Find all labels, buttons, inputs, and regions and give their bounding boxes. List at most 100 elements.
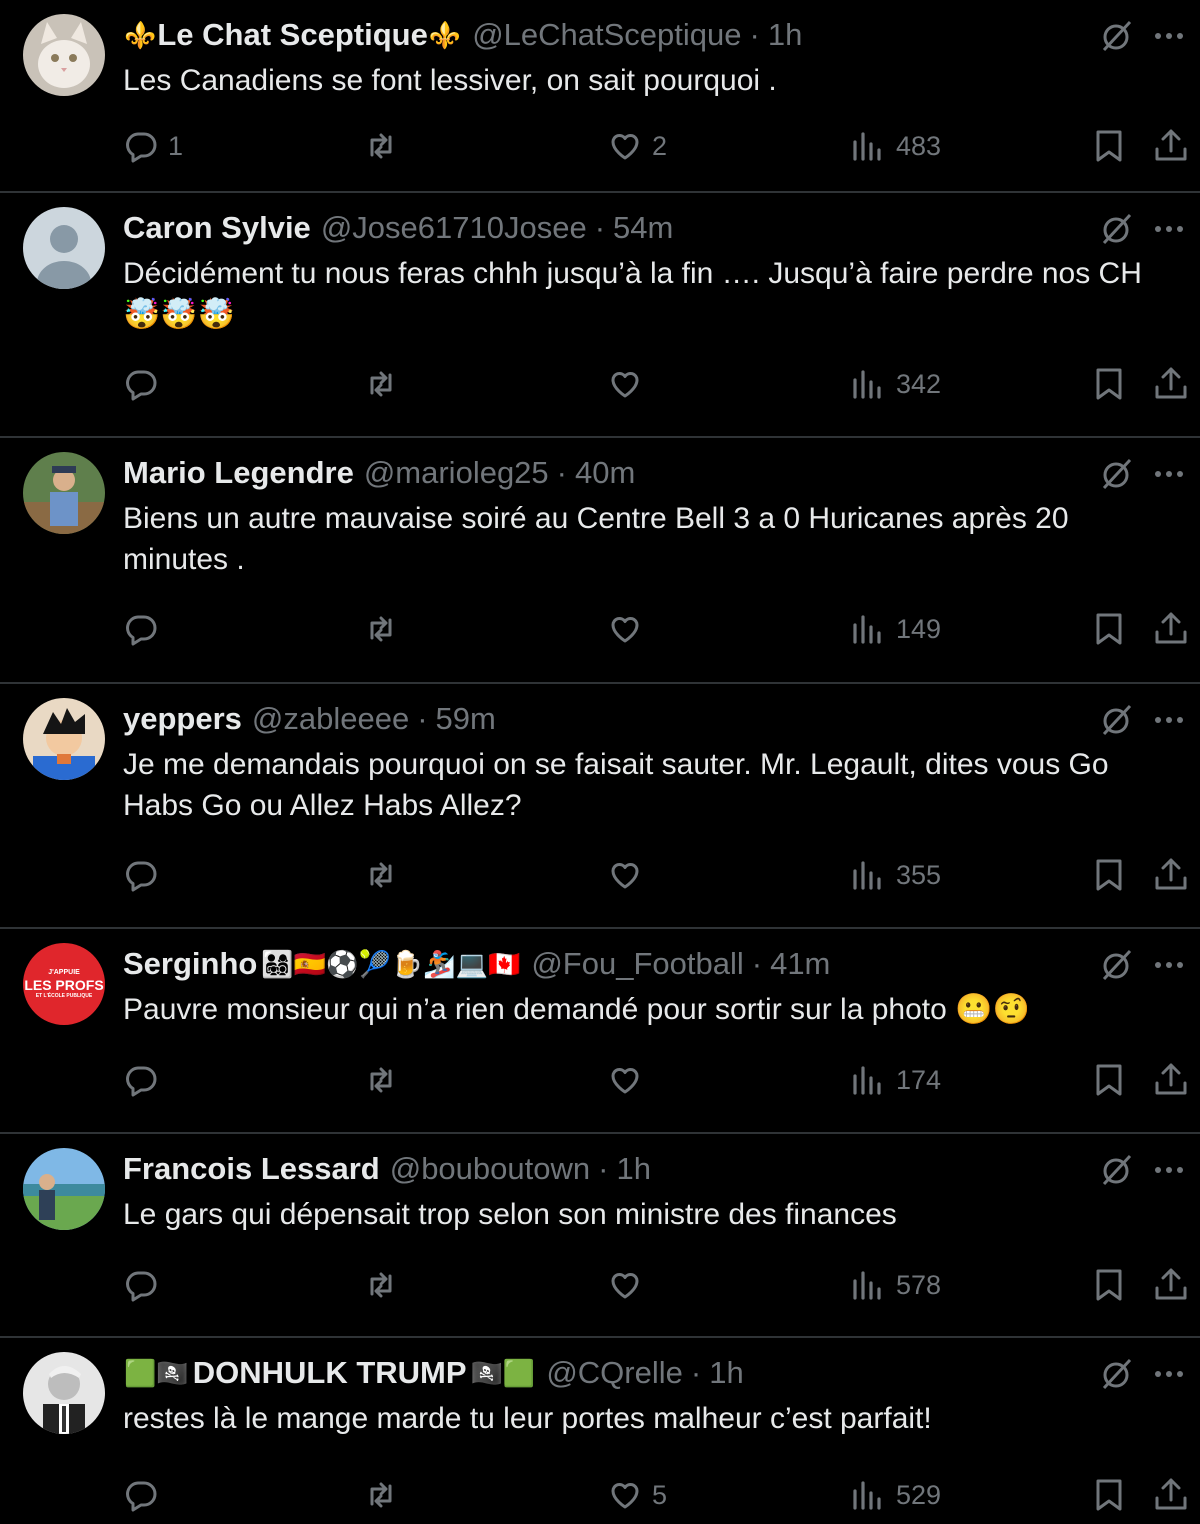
views-button[interactable]: 529 [850, 1476, 941, 1514]
repost-button[interactable] [362, 365, 408, 403]
reply-button[interactable] [122, 610, 168, 648]
bookmark-button[interactable] [1090, 365, 1128, 403]
user-handle[interactable]: @CQrelle [546, 1355, 683, 1391]
repost-button[interactable] [362, 856, 408, 894]
user-handle[interactable]: @Jose61710Josee [321, 210, 587, 246]
view-count: 149 [896, 613, 942, 644]
bookmark-button[interactable] [1090, 610, 1128, 648]
action-bar: 578 [0, 1266, 1200, 1306]
more-options-icon[interactable] [1151, 1356, 1187, 1392]
display-name[interactable]: Mario Legendre [123, 455, 354, 491]
timestamp[interactable]: 1h [709, 1355, 743, 1391]
user-handle[interactable]: @bouboutown [390, 1151, 590, 1187]
like-button[interactable] [606, 610, 652, 648]
timestamp[interactable]: 1h [768, 17, 802, 53]
avatar[interactable] [23, 698, 105, 780]
more-options-icon[interactable] [1151, 18, 1187, 54]
share-button[interactable] [1152, 1476, 1190, 1514]
display-name[interactable]: Francois Lessard [123, 1151, 380, 1187]
grok-icon[interactable] [1098, 18, 1134, 54]
user-handle[interactable]: @zableeee [252, 701, 409, 737]
repost-button[interactable] [362, 610, 408, 648]
repost-button[interactable] [362, 1266, 408, 1304]
views-button[interactable]: 355 [850, 856, 941, 894]
share-button[interactable] [1152, 610, 1190, 648]
views-button[interactable]: 342 [850, 365, 941, 403]
reply-button[interactable] [122, 365, 168, 403]
views-button[interactable]: 149 [850, 610, 941, 648]
reply-button[interactable] [122, 1061, 168, 1099]
more-options-icon[interactable] [1151, 702, 1187, 738]
like-button[interactable] [606, 365, 652, 403]
views-button[interactable]: 483 [850, 127, 941, 165]
bookmark-button[interactable] [1090, 1061, 1128, 1099]
bookmark-button[interactable] [1090, 856, 1128, 894]
repost-icon [370, 133, 392, 159]
grok-icon[interactable] [1098, 947, 1134, 983]
like-button[interactable] [606, 856, 652, 894]
tweet[interactable]: Francois Lessard @bouboutown · 1h Le gar… [0, 1134, 1200, 1338]
timestamp[interactable]: 40m [575, 455, 635, 491]
grok-icon[interactable] [1098, 1356, 1134, 1392]
user-handle[interactable]: @Fou_Football [531, 946, 743, 982]
tweet[interactable]: 🟩🏴‍☠️ DONHULK TRUMP 🏴‍☠️🟩 @CQrelle · 1h re… [0, 1338, 1200, 1524]
timestamp[interactable]: 54m [613, 210, 673, 246]
display-name[interactable]: ⚜️ Le Chat Sceptique ⚜️ [123, 17, 462, 53]
grok-icon[interactable] [1098, 1152, 1134, 1188]
avatar[interactable] [23, 1148, 105, 1230]
display-name[interactable]: Serginho 👨‍👩‍👧‍👦🇪🇸⚽🎾🍺🏂💻🇨🇦 [123, 946, 521, 982]
repost-button[interactable] [362, 1061, 408, 1099]
tweet-header: Mario Legendre @marioleg25 · 40m [123, 452, 1050, 494]
tweet[interactable]: Mario Legendre @marioleg25 · 40m Biens u… [0, 438, 1200, 684]
share-button[interactable] [1152, 1266, 1190, 1304]
grok-icon[interactable] [1098, 211, 1134, 247]
reply-button[interactable]: 1 [122, 127, 183, 165]
bookmark-button[interactable] [1090, 1476, 1128, 1514]
grok-icon[interactable] [1098, 456, 1134, 492]
share-button[interactable] [1152, 856, 1190, 894]
bookmark-icon [1096, 368, 1122, 400]
views-button[interactable]: 174 [850, 1061, 941, 1099]
display-name[interactable]: 🟩🏴‍☠️ DONHULK TRUMP 🏴‍☠️🟩 [123, 1355, 536, 1391]
views-button[interactable]: 578 [850, 1266, 941, 1304]
more-options-icon[interactable] [1151, 1152, 1187, 1188]
heart-icon [611, 371, 639, 398]
avatar[interactable] [23, 14, 105, 96]
display-name[interactable]: Caron Sylvie [123, 210, 311, 246]
share-button[interactable] [1152, 365, 1190, 403]
timestamp[interactable]: 59m [436, 701, 496, 737]
tweet[interactable]: J'APPUIE LES PROFS ET L'ÉCOLE PUBLIQUE S… [0, 929, 1200, 1134]
tweet[interactable]: ⚜️ Le Chat Sceptique ⚜️ @LeChatSceptique ·… [0, 0, 1200, 193]
like-button[interactable]: 2 [606, 127, 667, 165]
reply-button[interactable] [122, 856, 168, 894]
avatar[interactable] [23, 207, 105, 289]
like-button[interactable] [606, 1061, 652, 1099]
tweet[interactable]: Caron Sylvie @Jose61710Josee · 54m Décid… [0, 193, 1200, 438]
tweet-header: ⚜️ Le Chat Sceptique ⚜️ @LeChatSceptique ·… [123, 14, 1050, 56]
bookmark-button[interactable] [1090, 127, 1128, 165]
share-button[interactable] [1152, 127, 1190, 165]
timestamp[interactable]: 1h [616, 1151, 650, 1187]
more-options-icon[interactable] [1151, 456, 1187, 492]
reply-button[interactable] [122, 1266, 168, 1304]
user-handle[interactable]: @marioleg25 [364, 455, 549, 491]
bookmark-button[interactable] [1090, 1266, 1128, 1304]
avatar[interactable] [23, 1352, 105, 1434]
avatar[interactable]: J'APPUIE LES PROFS ET L'ÉCOLE PUBLIQUE [23, 943, 105, 1025]
reply-button[interactable] [122, 1476, 168, 1514]
repost-button[interactable] [362, 1476, 408, 1514]
share-button[interactable] [1152, 1061, 1190, 1099]
more-options-icon[interactable] [1151, 947, 1187, 983]
repost-button[interactable] [362, 127, 408, 165]
like-count: 2 [652, 130, 668, 161]
more-options-icon[interactable] [1151, 211, 1187, 247]
avatar[interactable] [23, 452, 105, 534]
like-button[interactable]: 5 [606, 1476, 667, 1514]
heart-icon [611, 133, 639, 160]
like-button[interactable] [606, 1266, 652, 1304]
grok-icon[interactable] [1098, 702, 1134, 738]
display-name[interactable]: yeppers [123, 701, 242, 737]
timestamp[interactable]: 41m [770, 946, 830, 982]
user-handle[interactable]: @LeChatSceptique [472, 17, 741, 53]
tweet[interactable]: yeppers @zableeee · 59m Je me demandais … [0, 684, 1200, 929]
